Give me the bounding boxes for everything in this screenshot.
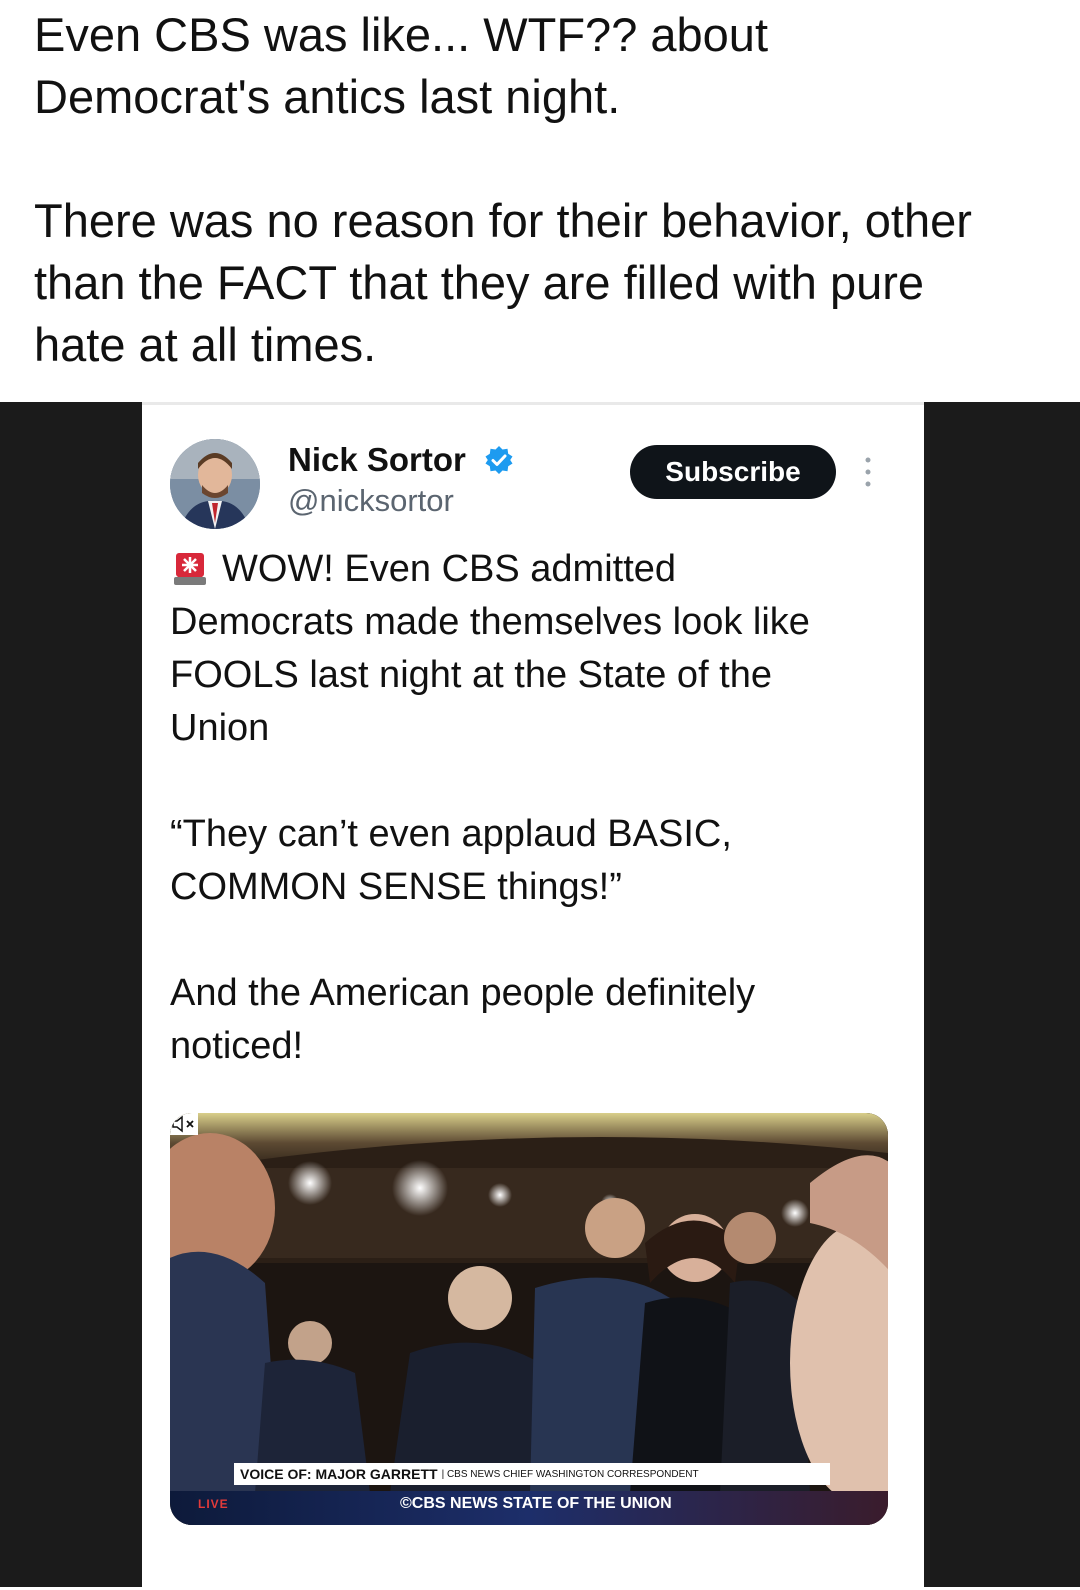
video-player[interactable]: VOICE OF: MAJOR GARRETT | CBS NEWS CHIEF… — [170, 1113, 888, 1525]
subscribe-button[interactable]: Subscribe — [630, 445, 836, 499]
network-banner: ©CBS NEWS STATE OF THE UNION — [400, 1495, 672, 1512]
caption-line: Even CBS was like... WTF?? about — [34, 8, 769, 61]
caption-line: Democrat's antics last night. — [34, 70, 621, 123]
caption-line: There was no reason for their behavior, … — [34, 194, 972, 247]
more-options-icon[interactable] — [862, 455, 874, 489]
lower-third-caption: VOICE OF: MAJOR GARRETT | CBS NEWS CHIEF… — [234, 1463, 830, 1485]
muted-speaker-icon[interactable] — [170, 1113, 198, 1135]
author-name[interactable]: Nick Sortor — [288, 441, 466, 479]
tweet-text: WOW! Even CBS admitted Democrats made th… — [170, 543, 900, 1073]
author-handle[interactable]: @nicksortor — [288, 483, 454, 519]
verified-badge-icon — [485, 446, 513, 474]
tweet-line: Union — [170, 707, 270, 749]
post-caption: Even CBS was like... WTF?? about Democra… — [34, 4, 1054, 376]
caption-line: than the FACT that they are filled with … — [34, 256, 925, 309]
tweet-line: WOW! Even CBS admitted — [222, 548, 677, 590]
live-badge: LIVE — [198, 1497, 229, 1511]
tweet-line: And the American people definitely — [170, 972, 756, 1014]
embedded-tweet: Nick Sortor @nicksortor Subscribe WOW! E… — [142, 402, 924, 1590]
tweet-line: COMMON SENSE things!” — [170, 866, 622, 908]
tweet-line: FOOLS last night at the State of the — [170, 654, 773, 696]
tweet-line: Democrats made themselves look like — [170, 601, 810, 643]
tweet-line: “They can’t even applaud BASIC, — [170, 813, 732, 855]
correspondent-title: | CBS NEWS CHIEF WASHINGTON CORRESPONDEN… — [441, 1468, 699, 1480]
avatar[interactable] — [170, 439, 260, 529]
tweet-line: noticed! — [170, 1025, 304, 1067]
rotating-light-icon — [174, 553, 206, 585]
voice-of-label: VOICE OF: MAJOR GARRETT — [240, 1466, 438, 1482]
caption-line: hate at all times. — [34, 318, 377, 371]
